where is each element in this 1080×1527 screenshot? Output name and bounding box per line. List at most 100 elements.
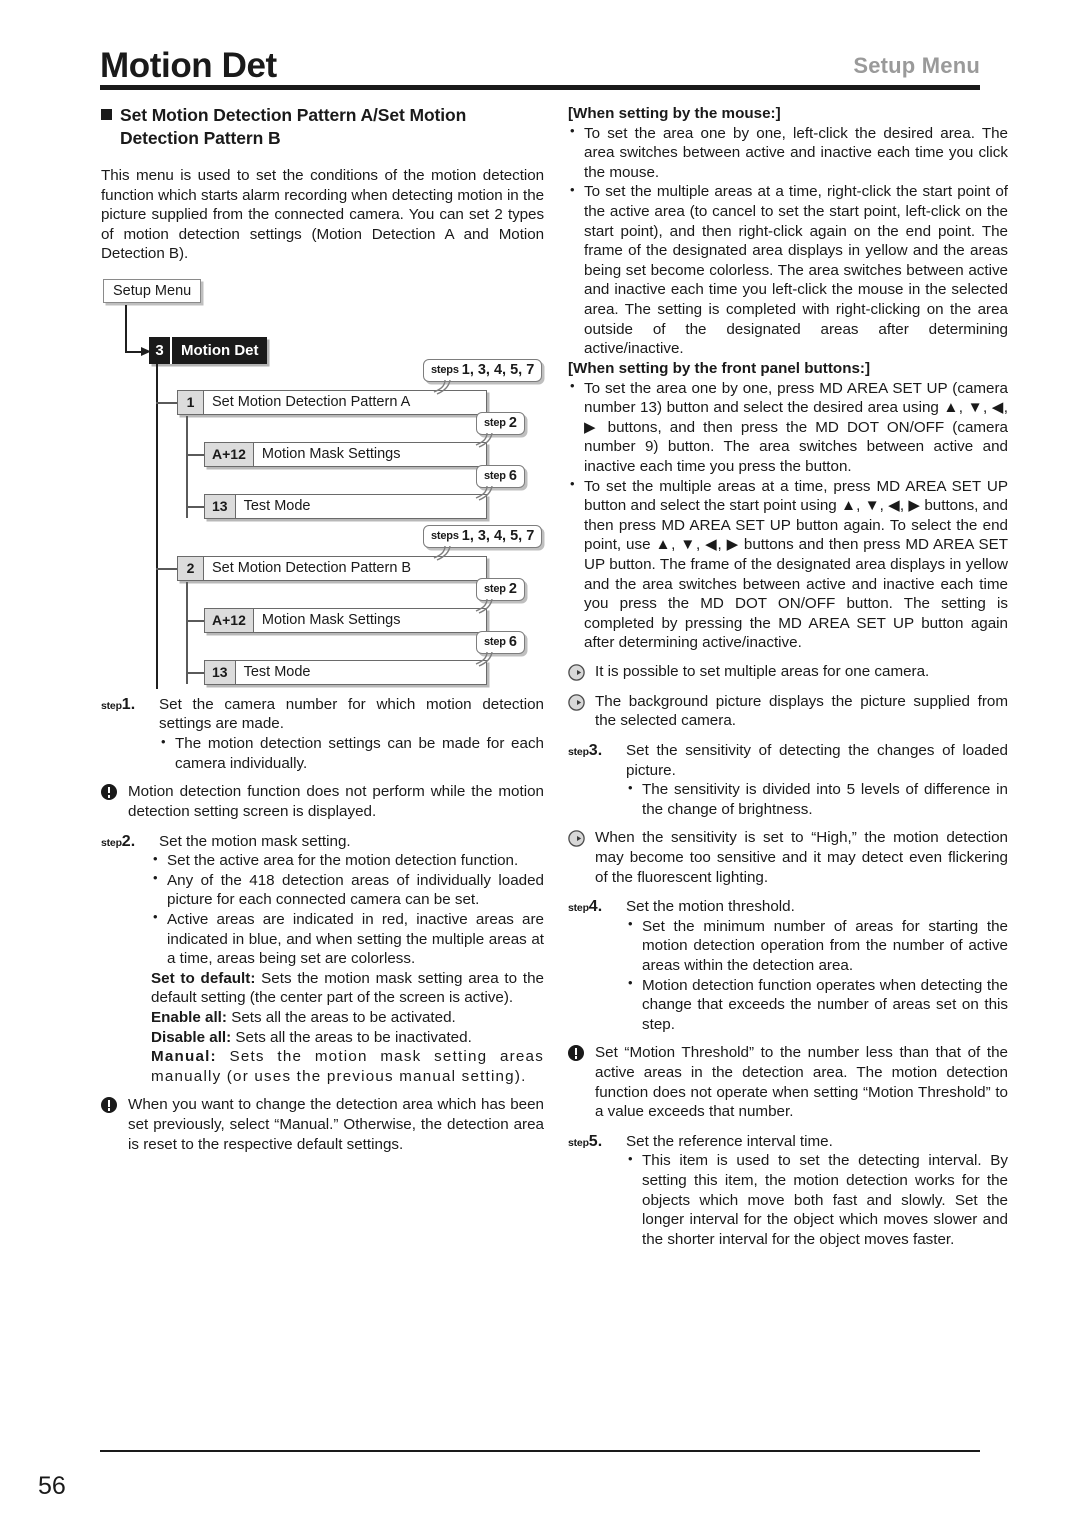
connector-line [156,401,178,404]
connector-line [186,415,188,518]
step-1-text: Set the camera number for which motion d… [159,695,544,733]
list-item: Set the active area for the motion detec… [151,851,544,871]
callout-prefix: step [484,636,506,649]
list-item: Motion detection function operates when … [626,975,1008,1035]
section-heading: Set Motion Detection Pattern A/Set Motio… [101,104,544,150]
list-item: To set the area one by one, left-click t… [568,123,1008,183]
diagram-node-label: Motion Mask Settings [261,446,401,463]
list-item: Active areas are indicated in red, inact… [151,909,544,969]
list-item: Set the minimum number of areas for star… [626,916,1008,976]
step-1-heading: step1. Set the camera number for which m… [101,695,544,734]
diagram-node-number: 2 [178,556,204,580]
step-2-heading: step2. Set the motion mask setting. [101,832,544,852]
step-5-block: step5. Set the reference interval time. … [568,1132,1008,1250]
callout-tail-icon [475,432,493,448]
diagram-node-number: A+12 [205,442,254,466]
connector-line [186,505,205,508]
note-text: The background picture displays the pict… [595,692,1008,730]
diagram-node-label: Motion Mask Settings [261,612,401,629]
callout-prefix: steps [431,364,459,377]
menu-tree-diagram: Setup Menu 3 Motion Det 1 Set Motion Det… [101,277,544,689]
diagram-node-label: Set Motion Detection Pattern B [212,560,412,577]
diagram-node-motion-mask-a: A+12 Motion Mask Settings [204,441,487,467]
notice-1: Motion detection function does not perfo… [101,782,544,821]
note-2: The background picture displays the pict… [568,692,1008,731]
diagram-callout-step: step 2 [476,577,525,601]
diagram-node-setup-menu: Setup Menu [103,278,202,303]
diagram-callout-steps: steps 1, 3, 4, 5, 7 [423,358,543,382]
diagram-callout-step: step 6 [476,464,525,488]
diagram-node-test-mode-a: 13 Test Mode [204,493,487,519]
definition-term: Set to default: [151,969,256,987]
section-heading-text: Set Motion Detection Pattern A/Set Motio… [120,105,467,149]
step-2-bullets: Set the active area for the motion detec… [101,851,544,969]
callout-value: 6 [508,634,517,651]
step-4-block: step4. Set the motion threshold. Set the… [568,897,1008,1034]
callout-prefix: steps [431,530,459,543]
connector-line [186,581,188,684]
connector-line [156,567,178,570]
step-2-block: step2. Set the motion mask setting. Set … [101,832,544,1087]
callout-tail-icon [475,651,493,667]
panel-heading: [When setting by the front panel buttons… [568,359,871,377]
list-item: To set the area one by one, press MD ARE… [568,378,1008,477]
diagram-node-motion-mask-b: A+12 Motion Mask Settings [204,607,487,633]
step-2-tag: step2. [101,832,136,850]
definition-term: Manual: [151,1048,217,1066]
diagram-node-number: 13 [205,660,236,684]
definition-entry: Set to default: Sets the motion mask set… [151,970,544,1007]
exclamation-icon [101,784,117,801]
page-number: 56 [38,1472,66,1500]
list-item: The motion detection settings can be mad… [159,734,544,773]
diagram-node-label: Set Motion Detection Pattern A [212,394,411,411]
step-2-definitions: Set to default: Sets the motion mask set… [101,969,544,1087]
intro-paragraph: This menu is used to set the conditions … [101,167,544,263]
diagram-node-number: 1 [178,390,204,414]
note-1: It is possible to set multiple areas for… [568,662,1008,682]
list-item: The sensitivity is divided into 5 levels… [626,780,1008,819]
notice-text: When you want to change the detection ar… [128,1096,544,1153]
diagram-callout-step: step 2 [476,411,525,435]
connector-line [186,453,205,456]
step-3-bullets: The sensitivity is divided into 5 levels… [568,780,1008,819]
definition-term: Enable all: [151,1008,227,1026]
step-5-tag: step5. [568,1132,603,1150]
step-3-text: Set the sensitivity of detecting the cha… [626,741,1008,779]
footer-divider [100,1450,980,1452]
panel-bullets: To set the area one by one, press MD ARE… [568,378,1008,654]
page-header: Motion Det Setup Menu [100,28,980,90]
callout-value: 1, 3, 4, 5, 7 [461,362,535,379]
connector-spine [156,363,158,689]
callout-tail-icon [475,598,493,614]
notice-2: When you want to change the detection ar… [101,1095,544,1154]
bullet-square-icon [101,109,112,120]
list-item: This item is used to set the detecting i… [626,1151,1008,1249]
definition-desc: Sets all the areas to be inactivated. [231,1028,472,1046]
exclamation-icon [101,1097,117,1114]
exclamation-icon [568,1045,584,1062]
definition-entry: Enable all: Sets all the areas to be act… [151,1009,456,1026]
callout-value: 1, 3, 4, 5, 7 [461,528,535,545]
note-text: When the sensitivity is set to “High,” t… [595,829,1008,886]
notice-3: Set “Motion Threshold” to the number les… [568,1043,1008,1121]
step-1-tag: step1. [101,695,136,713]
definition-entry: Manual: Sets the motion mask setting are… [151,1048,544,1085]
callout-tail-icon [433,379,451,395]
diagram-node-label: Test Mode [243,498,311,515]
connector-line [186,619,205,622]
note-3: When the sensitivity is set to “High,” t… [568,828,1008,887]
step-4-bullets: Set the minimum number of areas for star… [568,916,1008,1035]
page-title: Motion Det [100,46,277,85]
diagram-node-number: A+12 [205,608,254,632]
step-3-block: step3. Set the sensitivity of detecting … [568,741,1008,819]
definition-desc: Sets all the areas to be activated. [226,1008,456,1026]
callout-tail-icon [433,545,451,561]
diagram-node-number: 13 [205,494,236,518]
step-3-heading: step3. Set the sensitivity of detecting … [568,741,1008,780]
step-2-text: Set the motion mask setting. [159,832,351,850]
header-section-label: Setup Menu [853,53,980,78]
callout-value: 2 [508,415,517,432]
diagram-callout-steps: steps 1, 3, 4, 5, 7 [423,524,543,548]
arrow-circle-icon [568,693,585,711]
diagram-node-label: Test Mode [243,664,311,681]
